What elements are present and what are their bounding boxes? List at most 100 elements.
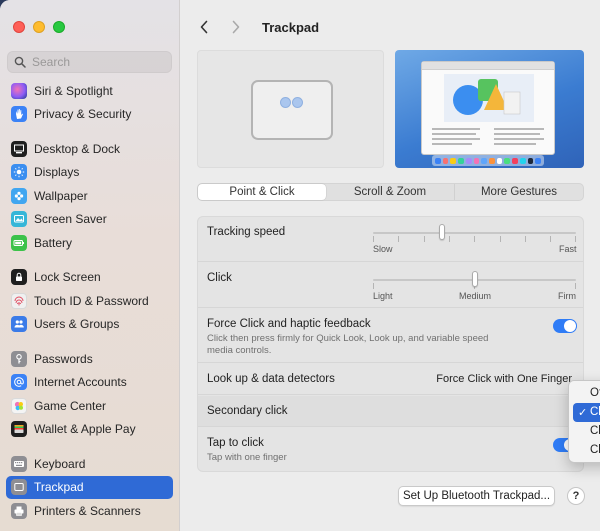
menu-item-two-fingers[interactable]: ✓Click or Tap with Two Fingers [573,402,600,422]
flower-icon [11,187,27,204]
tab-scroll-zoom[interactable]: Scroll & Zoom [326,184,455,200]
sidebar-item-label: Lock Screen [34,270,101,285]
sidebar: Siri & Spotlight Privacy & Security Desk… [0,0,180,531]
close-button[interactable] [13,21,25,33]
sun-icon [11,164,27,181]
sidebar-item-desktop-dock[interactable]: Desktop & Dock [6,137,173,161]
sidebar-item-passwords[interactable]: Passwords [6,347,173,371]
finger-dot [280,97,291,108]
sidebar-item-label: Desktop & Dock [34,141,121,156]
secondary-click-label: Secondary click [207,405,288,417]
search-input[interactable] [32,55,162,69]
force-click-description: Click then press firmly for Quick Look, … [207,333,489,356]
hand-icon [11,106,27,123]
zoom-button[interactable] [53,21,65,33]
finger-dot [292,97,303,108]
toolbar: Trackpad [196,16,319,38]
sidebar-item-label: Screen Saver [34,212,107,227]
back-button[interactable] [196,17,212,37]
sidebar-item-printers-scanners[interactable]: Printers & Scanners [6,499,173,523]
tracking-speed-knob[interactable] [439,224,446,240]
sidebar-item-trackpad[interactable]: Trackpad [6,475,173,499]
sidebar-item-label: Touch ID & Password [34,293,149,308]
preview-dock [432,155,544,166]
secondary-click-row: Secondary click [198,396,583,427]
tracking-speed-row: Tracking speed Slow Fast [198,217,583,262]
window-controls [13,21,65,33]
slider-min-label: Slow [373,244,393,254]
sidebar-item-game-center[interactable]: Game Center [6,394,173,418]
wallet-icon [11,421,27,438]
lookup-label: Look up & data detectors [207,373,335,385]
sidebar-item-screen-saver[interactable]: Screen Saver [6,208,173,232]
sidebar-item-label: Trackpad [34,480,84,495]
trackpad-illustration [251,80,333,140]
sidebar-item-internet-accounts[interactable]: Internet Accounts [6,371,173,395]
sidebar-item-users-groups[interactable]: Users & Groups [6,313,173,337]
slider-max-label: Fast [559,244,577,254]
click-label: Click [207,272,232,284]
sidebar-item-label: Keyboard [34,456,86,471]
checkmark-icon: ✓ [578,406,588,419]
tab-point-click[interactable]: Point & Click [198,184,326,200]
force-click-label: Force Click and haptic feedback [207,318,371,330]
sidebar-item-label: Printers & Scanners [34,503,141,518]
sidebar-list: Siri & Spotlight Privacy & Security Desk… [6,79,173,523]
sidebar-item-label: Game Center [34,398,107,413]
siri-icon [11,82,27,99]
click-pressure-knob[interactable] [471,271,478,287]
sidebar-item-wallpaper[interactable]: Wallpaper [6,184,173,208]
click-row: Click Light Medium Firm [198,263,583,308]
trackpad-icon [11,479,27,496]
lock-icon [11,269,27,286]
tap-to-click-description: Tap with one finger [207,452,287,463]
key-icon [11,350,27,367]
users-icon [11,316,27,333]
search-field[interactable] [7,51,172,73]
force-click-toggle[interactable] [553,319,577,333]
sidebar-item-displays[interactable]: Displays [6,161,173,185]
tracking-speed-label: Tracking speed [207,226,286,238]
dock-icon [11,140,27,157]
sidebar-item-keyboard[interactable]: Keyboard [6,452,173,476]
at-icon [11,374,27,391]
chevron-right-icon [232,20,240,34]
lookup-row: Look up & data detectors Force Click wit… [198,364,583,395]
menu-item-bottom-left[interactable]: Click in Bottom Left Corner [573,440,600,459]
sidebar-item-privacy-security[interactable]: Privacy & Security [6,103,173,127]
force-click-row: Force Click and haptic feedback Click th… [198,309,583,363]
slider-firm-label: Firm [558,291,576,301]
system-settings-window: Siri & Spotlight Privacy & Security Desk… [0,0,600,531]
sidebar-item-label: Displays [34,165,80,180]
slider-medium-label: Medium [459,291,492,301]
keyboard-icon [11,455,27,472]
preview-window [421,61,555,155]
segmented-tabs: Point & Click Scroll & Zoom More Gesture… [197,183,584,201]
chevron-left-icon [200,20,208,34]
sidebar-item-label: Wallet & Apple Pay [34,422,136,437]
menu-item-off[interactable]: Off [573,384,600,403]
menu-item-bottom-right[interactable]: Click in Bottom Right Corner [573,422,600,441]
sidebar-item-label: Internet Accounts [34,375,127,390]
sidebar-item-lock-screen[interactable]: Lock Screen [6,266,173,290]
printer-icon [11,502,27,519]
page-title: Trackpad [262,19,320,35]
preview-shapes-graphic [444,74,534,122]
tab-more-gestures[interactable]: More Gestures [455,184,583,200]
setup-bluetooth-trackpad-button[interactable]: Set Up Bluetooth Trackpad... [398,486,555,506]
game-center-icon [11,397,27,414]
lookup-popup-button[interactable]: Force Click with One Finger [436,373,572,385]
sidebar-item-wallet-apple-pay[interactable]: Wallet & Apple Pay [6,418,173,442]
forward-button[interactable] [228,17,244,37]
sidebar-item-touch-id-password[interactable]: Touch ID & Password [6,289,173,313]
minimize-button[interactable] [33,21,45,33]
sidebar-item-battery[interactable]: Battery [6,231,173,255]
sidebar-item-label: Wallpaper [34,188,88,203]
main-pane: Trackpad Point & Click Scroll & Zoom Mor… [180,0,600,531]
slider-light-label: Light [373,291,393,301]
sidebar-item-label: Privacy & Security [34,107,132,122]
screen-saver-icon [11,211,27,228]
sidebar-item-label: Battery [34,235,73,250]
sidebar-item-siri-spotlight[interactable]: Siri & Spotlight [6,79,173,103]
help-button[interactable]: ? [567,487,585,505]
